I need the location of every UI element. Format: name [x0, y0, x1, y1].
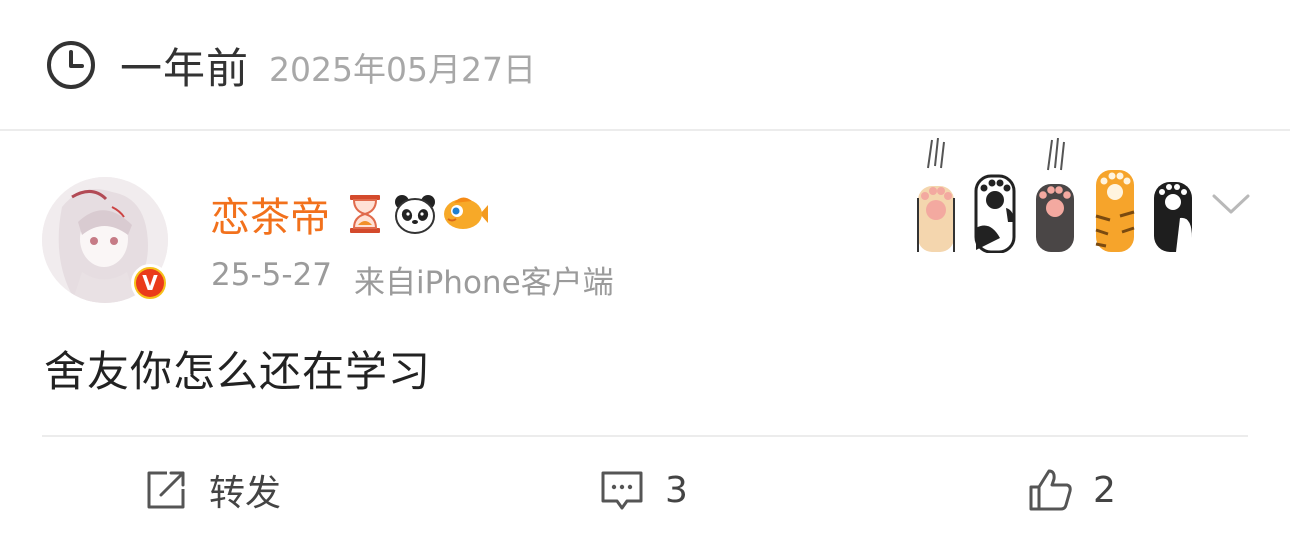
- post-time: 25-5-27: [211, 257, 332, 293]
- thumbs-up-icon: [1029, 469, 1072, 511]
- comment-icon: [601, 471, 643, 510]
- hourglass-icon[interactable]: [342, 191, 388, 237]
- post-text: 舍友你怎么还在学习: [44, 347, 432, 396]
- like-count: 2: [1093, 469, 1116, 511]
- fish-icon[interactable]: [442, 191, 488, 237]
- post-author[interactable]: 恋茶帝: [210, 185, 488, 243]
- post-meta: 25-5-27 来自iPhone客户端: [211, 257, 614, 302]
- like-button[interactable]: 2: [1027, 462, 1116, 518]
- repost-icon: [147, 471, 185, 509]
- comment-button[interactable]: 3: [599, 462, 688, 518]
- panda-icon[interactable]: [392, 191, 438, 237]
- user-badges: [342, 191, 488, 237]
- comment-count: 3: [665, 469, 688, 511]
- memory-date: 2025年05月27日: [269, 50, 536, 89]
- username[interactable]: 恋茶帝: [210, 185, 330, 243]
- cat-paws-decoration-icon: [917, 138, 1192, 253]
- divider: [42, 435, 1248, 437]
- divider: [0, 129, 1290, 131]
- chevron-down-icon[interactable]: [1210, 188, 1252, 220]
- repost-button[interactable]: 转发: [143, 462, 281, 518]
- verified-badge: V: [131, 264, 169, 302]
- repost-label: 转发: [209, 473, 282, 514]
- verified-v-icon: V: [136, 269, 164, 297]
- clock-icon: [47, 41, 95, 89]
- memory-relative-time: 一年前: [120, 43, 250, 93]
- memory-header: 一年前 2025年05月27日: [0, 0, 1290, 130]
- post-source: 来自iPhone客户端: [354, 265, 614, 301]
